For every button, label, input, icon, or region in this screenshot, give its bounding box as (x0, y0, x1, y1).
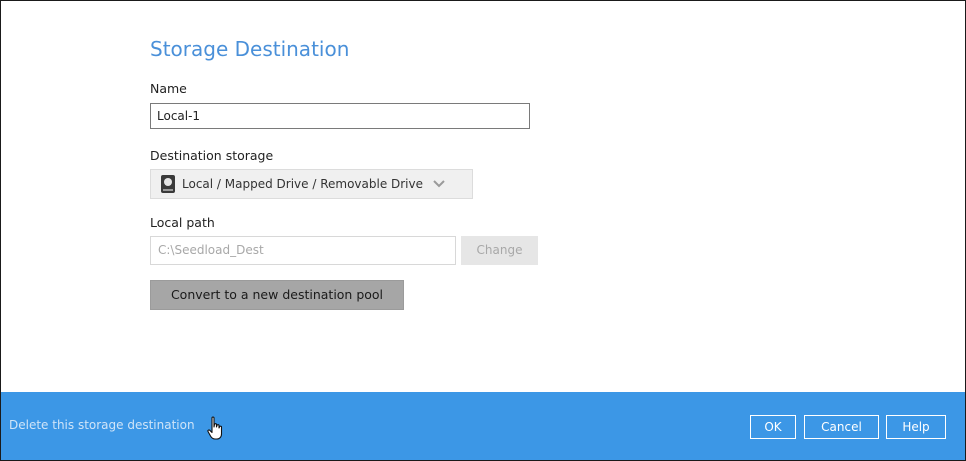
storage-destination-dialog: Storage Destination Name Local-1 Destina… (0, 0, 966, 461)
name-label: Name (150, 81, 187, 96)
destination-storage-value: Local / Mapped Drive / Removable Drive (182, 177, 424, 191)
convert-destination-pool-button[interactable]: Convert to a new destination pool (150, 280, 404, 310)
destination-storage-select[interactable]: Local / Mapped Drive / Removable Drive (150, 169, 473, 199)
ok-button[interactable]: OK (750, 415, 796, 439)
page-title: Storage Destination (150, 37, 350, 61)
dialog-footer: Delete this storage destination OK Cance… (1, 392, 965, 460)
cancel-button[interactable]: Cancel (804, 415, 879, 439)
drive-icon (161, 175, 175, 193)
delete-storage-destination-link[interactable]: Delete this storage destination (9, 418, 195, 432)
chevron-down-icon[interactable] (433, 178, 445, 190)
change-button[interactable]: Change (461, 236, 538, 265)
hand-cursor-icon (206, 416, 228, 442)
name-input[interactable]: Local-1 (150, 103, 530, 129)
local-path-input[interactable]: C:\Seedload_Dest (150, 236, 456, 265)
destination-storage-label: Destination storage (150, 148, 274, 163)
local-path-label: Local path (150, 215, 215, 230)
help-button[interactable]: Help (886, 415, 946, 439)
